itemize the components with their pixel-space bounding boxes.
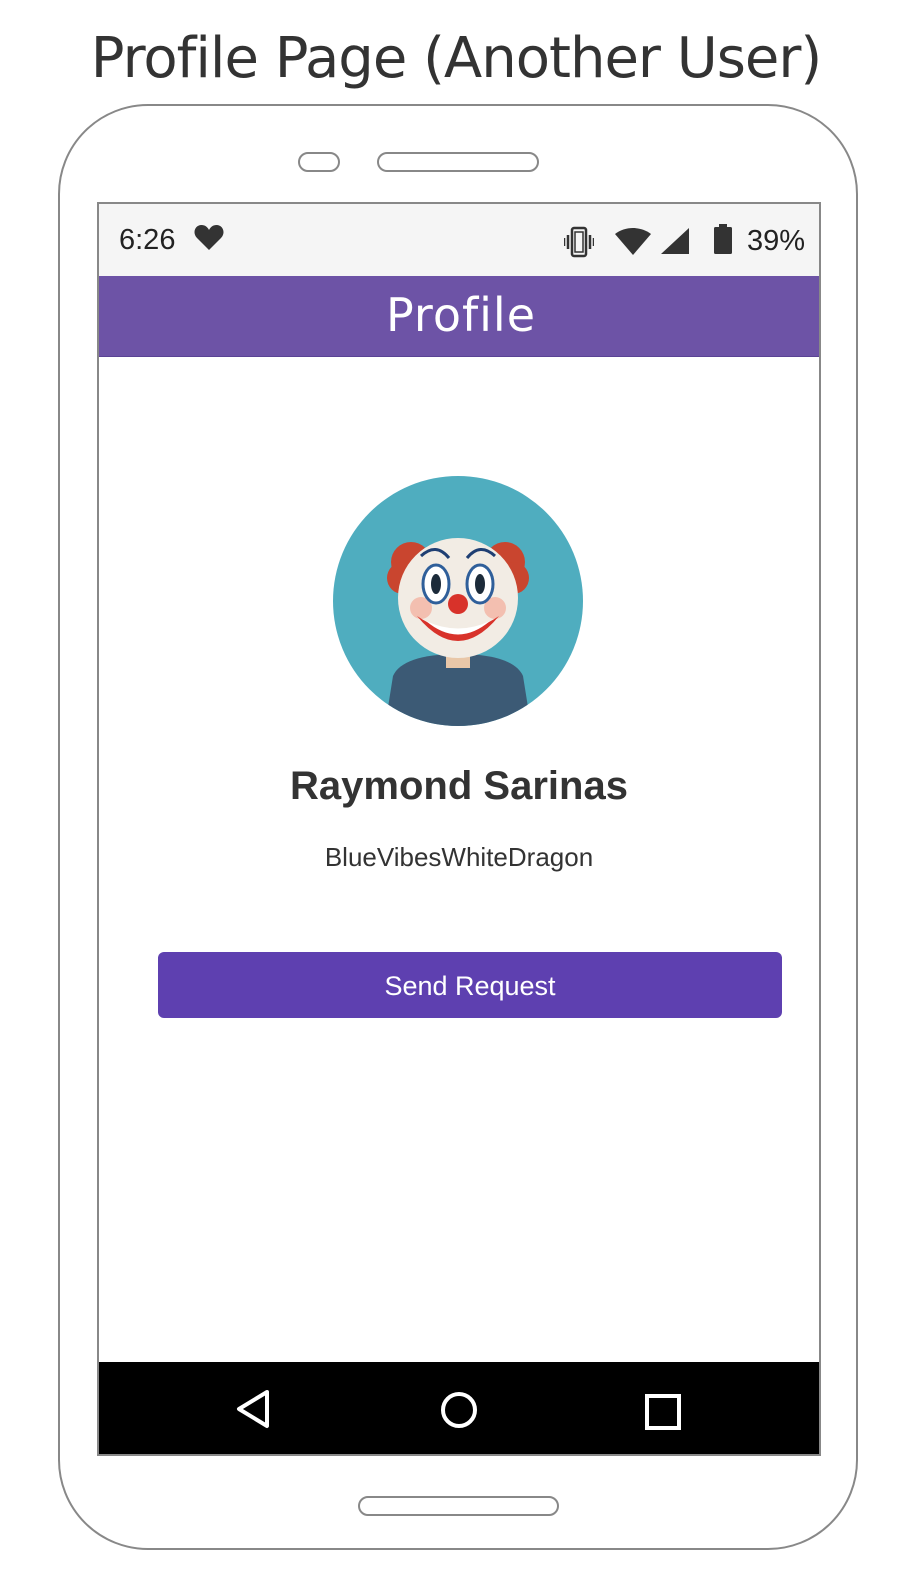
signal-icon — [661, 228, 689, 254]
battery-percent: 39% — [747, 225, 806, 257]
status-time: 6:26 — [119, 224, 176, 256]
clown-avatar — [333, 476, 583, 726]
home-icon[interactable] — [439, 1390, 479, 1430]
wifi-icon — [615, 228, 651, 255]
earpiece-speaker — [377, 152, 539, 172]
phone-screen: 6:26 39% Profile Raymond Sarinas BlueVib… — [97, 202, 821, 1456]
back-icon[interactable] — [233, 1388, 273, 1430]
send-request-button[interactable]: Send Request — [158, 952, 782, 1018]
navigation-bar — [99, 1362, 819, 1454]
profile-username: BlueVibesWhiteDragon — [324, 842, 594, 872]
profile-name: Raymond Sarinas — [290, 764, 628, 808]
heart-icon — [194, 225, 224, 250]
recents-icon[interactable] — [643, 1392, 683, 1432]
battery-icon — [714, 224, 732, 254]
front-camera — [298, 152, 340, 172]
app-bar: Profile — [99, 276, 819, 357]
clown-avatar-icon — [385, 538, 531, 726]
vibrate-icon — [564, 226, 594, 258]
page-heading: Profile Page (Another User) — [90, 26, 822, 91]
bottom-speaker — [358, 1496, 559, 1516]
app-bar-title: Profile — [385, 288, 537, 342]
status-bar: 6:26 39% — [99, 204, 819, 277]
